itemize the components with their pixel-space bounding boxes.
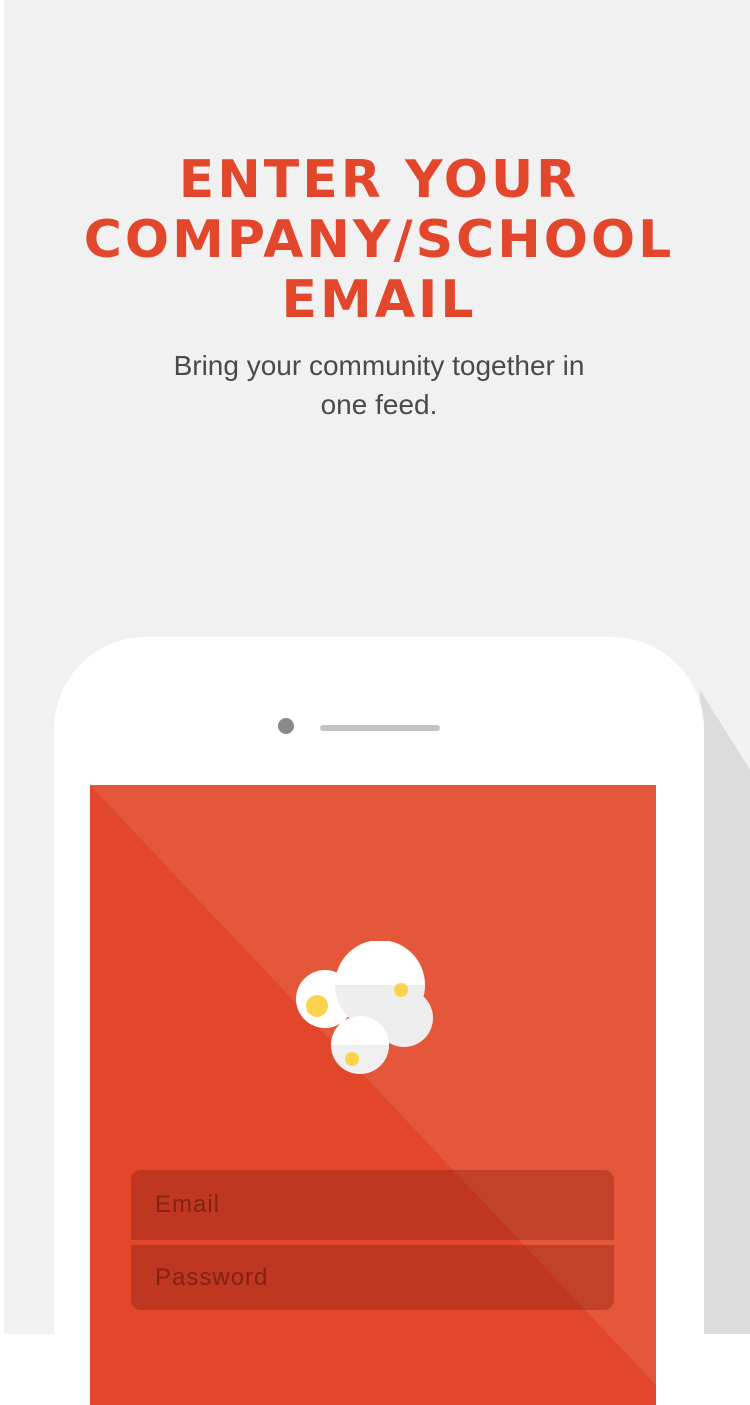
phone-mockup: Email Password xyxy=(54,637,704,1405)
diagonal-highlight xyxy=(90,785,656,1385)
speaker-icon xyxy=(320,725,440,731)
camera-icon xyxy=(278,718,294,734)
phone-screen: Email Password xyxy=(90,785,656,1405)
popcorn-logo-icon xyxy=(296,941,433,1074)
email-field[interactable]: Email xyxy=(131,1170,614,1240)
password-field[interactable]: Password xyxy=(131,1245,614,1310)
